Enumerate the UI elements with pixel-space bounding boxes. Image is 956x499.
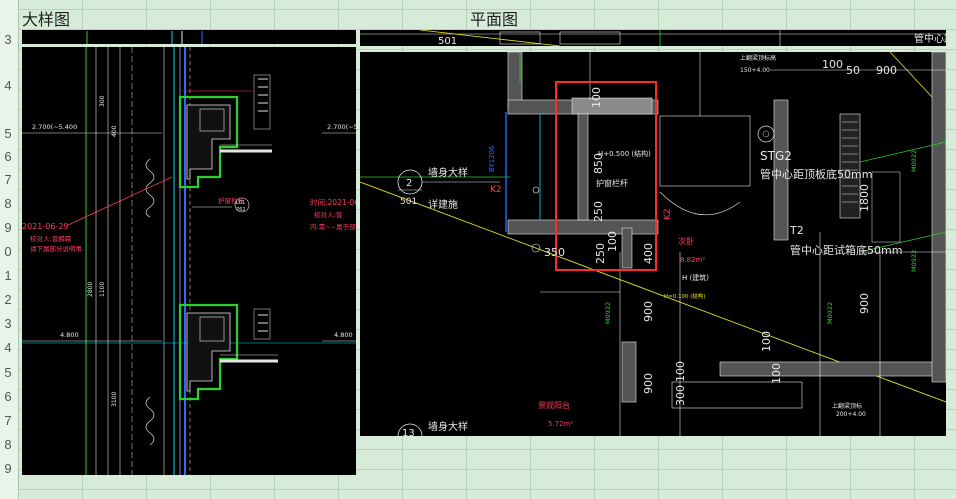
dim-350: 350 xyxy=(544,246,565,259)
elevation-mid-left: 4.800 xyxy=(60,331,79,339)
callout-number: 2 xyxy=(406,178,412,189)
dim-850: 850 xyxy=(592,153,605,174)
door-m0922-d: M0922 xyxy=(826,302,834,324)
balcony-name: 景观阳台 xyxy=(538,400,570,410)
stg2-label: STG2 xyxy=(760,149,792,163)
detail-header[interactable]: 大样图 xyxy=(22,6,70,30)
room-name: 次卧 xyxy=(678,236,694,246)
plan-drawing[interactable]: 2 501 墙身大样 详建施 13 墙身大样 BY1206 H+0.500 (结… xyxy=(360,52,946,436)
elevation-top-right: 2.700(~5.4 xyxy=(327,123,356,131)
dim-400: 400 xyxy=(111,125,118,137)
row-number[interactable]: 5 xyxy=(0,365,16,380)
dim-1100: 1100 xyxy=(99,282,106,297)
wall-section-lower xyxy=(178,303,278,401)
row-number[interactable]: 6 xyxy=(0,389,16,404)
top-elev-label: 上翻梁顶标高 xyxy=(740,54,776,62)
bottom-elev-value: 200+4.00 xyxy=(836,411,866,418)
bottom-elev-label: 上翻梁顶标 xyxy=(832,402,862,410)
callout2-number: 13 xyxy=(402,428,415,436)
row-number[interactable]: 3 xyxy=(0,32,16,47)
plan-top-label: 501 xyxy=(438,36,457,46)
row-number[interactable]: 0 xyxy=(0,244,16,259)
elevation-mid-right: 4.800 xyxy=(334,331,353,339)
guard-rail-plan-label: 护窗栏杆 xyxy=(596,178,628,188)
row-number[interactable]: 7 xyxy=(0,172,16,187)
row-number[interactable]: 5 xyxy=(0,126,16,141)
row-number[interactable]: 2 xyxy=(0,292,16,307)
elevation-top-left: 2.700(~5.400 xyxy=(32,123,77,131)
dim-1800: 1800 xyxy=(858,184,871,212)
plan-top-strip: 501 管中心距 xyxy=(360,30,946,46)
detail-note: 详建施 xyxy=(428,198,458,211)
callout-sheet: 501 xyxy=(400,197,417,207)
dim-100-low-b: 100 xyxy=(760,331,773,352)
dim-2800: 2800 xyxy=(87,282,94,297)
by1206-label: BY1206 xyxy=(488,145,496,172)
plan-header[interactable]: 平面图 xyxy=(470,6,518,30)
top-elev-value: 150+4.00 xyxy=(740,67,770,74)
k2-label-b: K2 xyxy=(663,208,673,220)
plan-top-right-text: 管中心距 xyxy=(914,32,946,45)
dim-100-low-c: 100 xyxy=(770,363,783,384)
h-level-label: H+0.500 (结构) xyxy=(598,149,651,158)
dim-50: 50 xyxy=(846,64,860,77)
t2-label: T2 xyxy=(789,224,804,237)
dim-300: 300 xyxy=(674,385,687,406)
door-m0922-b: M0922 xyxy=(910,250,918,272)
row-number[interactable]: 8 xyxy=(0,196,16,211)
dim-400: 400 xyxy=(642,243,655,264)
note-right-2: 内:需~~属于部分 xyxy=(310,222,356,231)
dim-900-a: 900 xyxy=(642,301,655,322)
wall-detail-label: 墙身大样 xyxy=(428,166,468,179)
dim-900-b: 900 xyxy=(858,293,871,314)
balcony-area: 5.72m² xyxy=(548,420,573,428)
note-right-1: 校对人:曾 xyxy=(314,210,342,219)
stg2-note: 管中心距顶板底50mm xyxy=(760,167,872,181)
door-m0922-c: M0922 xyxy=(604,302,612,324)
h-label: H (建筑) xyxy=(682,273,709,282)
row-number[interactable]: 4 xyxy=(0,340,16,355)
t2-note: 管中心距试箱底50mm xyxy=(790,243,902,257)
row-number[interactable]: 9 xyxy=(0,461,16,476)
row-number[interactable]: 8 xyxy=(0,437,16,452)
detail-callout-762: 762 xyxy=(236,207,246,213)
row-number[interactable]: 6 xyxy=(0,149,16,164)
row-number[interactable]: 3 xyxy=(0,316,16,331)
door-m0922-a: M0922 xyxy=(910,150,918,172)
room-area: 8.82m² xyxy=(680,256,705,264)
k2-label-a: K2 xyxy=(490,185,502,195)
row-number[interactable]: 1 xyxy=(0,268,16,283)
h-small-label: H=0.100 (结构) xyxy=(664,292,706,300)
wall-detail-label-2: 墙身大样 xyxy=(428,420,468,433)
row-number[interactable]: 4 xyxy=(0,78,16,93)
detail-drawing[interactable]: 2.700(~5.400 2.700(~5.4 4.800 4.800 2800… xyxy=(22,47,356,475)
dim-250-a: 250 xyxy=(592,201,605,222)
dim-100-low: 100 xyxy=(674,361,687,382)
row-number[interactable]: 9 xyxy=(0,220,16,235)
row-number[interactable]: 7 xyxy=(0,413,16,428)
note-left-1: 校对人:曾麟霖 xyxy=(30,234,72,243)
dim-3100: 3100 xyxy=(111,392,118,407)
dim-900-top: 900 xyxy=(876,64,897,77)
wall-section-upper xyxy=(178,74,272,189)
dim-100-top: 100 xyxy=(822,58,843,71)
dim-100-mid: 100 xyxy=(606,231,619,252)
note-left-2: 请下属部分说明事 xyxy=(30,244,83,253)
dim-900-c: 900 xyxy=(642,373,655,394)
dim-300: 300 xyxy=(99,95,106,107)
detail-callout-l01: L01 xyxy=(236,200,245,206)
dim-100-red: 100 xyxy=(590,87,603,108)
date-right: 时间:2021-06- xyxy=(310,197,356,207)
row-header: 3 4 5 6 7 8 9 0 1 2 3 4 5 6 7 8 9 xyxy=(0,0,19,499)
detail-top-strip xyxy=(22,30,356,44)
date-left: 2021-06-29 xyxy=(22,222,69,231)
